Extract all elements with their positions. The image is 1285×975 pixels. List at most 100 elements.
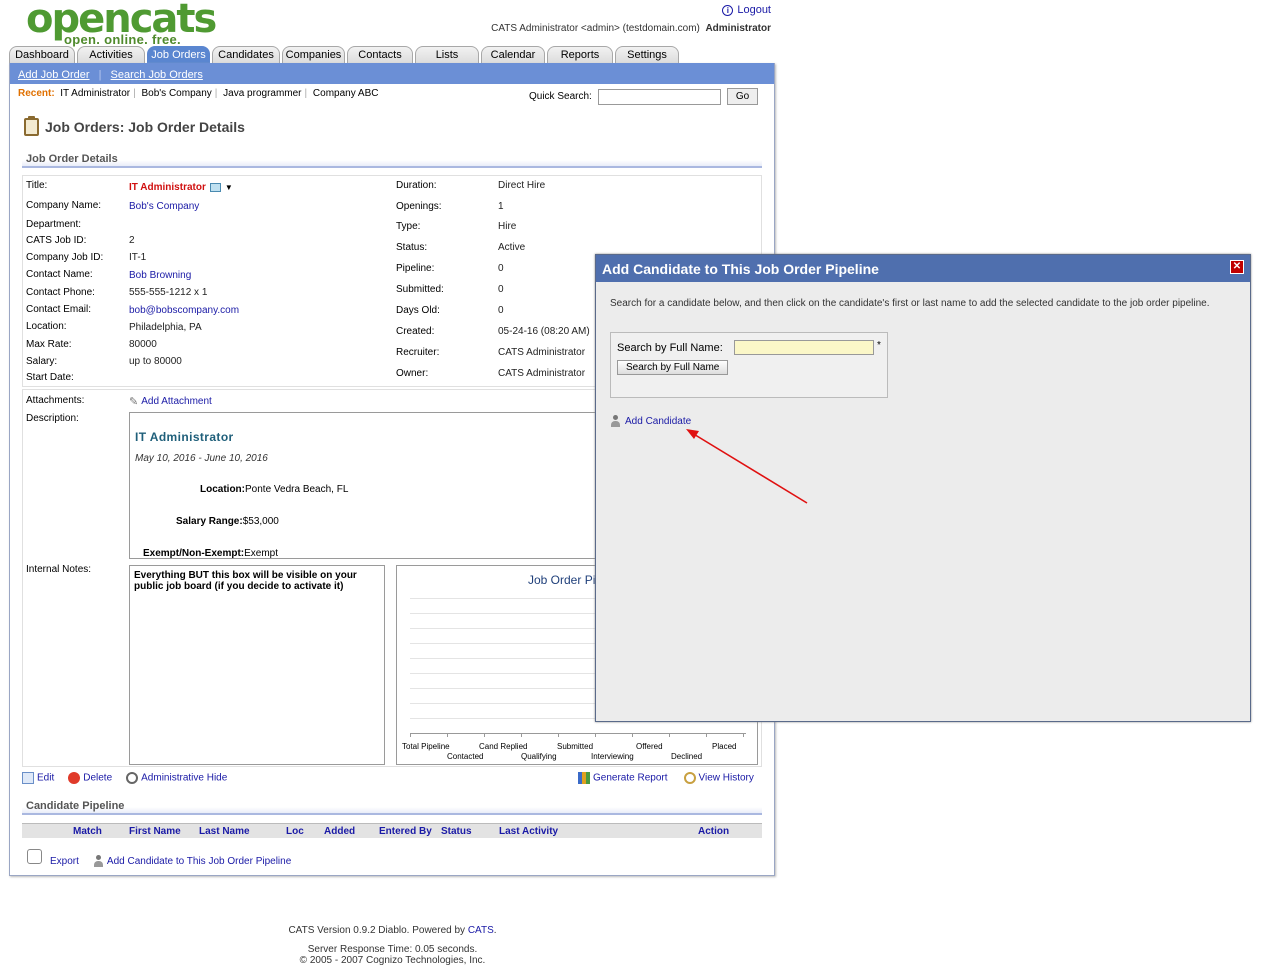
modal-close-button[interactable]: ✕: [1230, 260, 1244, 274]
response-time: Server Response Time: 0.05 seconds.: [307, 944, 478, 955]
chart-label: Interviewing: [591, 752, 634, 761]
description-location: Location:Ponte Vedra Beach, FL: [200, 484, 348, 495]
delete-link[interactable]: Delete: [68, 772, 112, 784]
select-all-checkbox[interactable]: [27, 849, 42, 864]
dropdown-arrow-icon[interactable]: ▼: [225, 183, 233, 192]
public-icon: [209, 183, 221, 192]
search-job-orders-link[interactable]: Search Job Orders: [111, 69, 203, 81]
chart-tick: [558, 733, 559, 737]
logout-label[interactable]: Logout: [737, 4, 771, 16]
tab-dashboard[interactable]: Dashboard: [9, 46, 75, 63]
col-first-name[interactable]: First Name: [129, 826, 181, 837]
description-box[interactable]: IT Administrator May 10, 2016 - June 10,…: [129, 412, 599, 559]
attachments-label: Attachments:: [26, 395, 85, 406]
edit-label[interactable]: Edit: [37, 773, 54, 784]
description-exempt-label: Exempt/Non-Exempt:: [143, 548, 245, 559]
add-to-pipeline-label[interactable]: Add Candidate to This Job Order Pipeline: [107, 856, 291, 867]
chart-label: Declined: [671, 752, 703, 761]
title-value-group: IT Administrator ▼: [129, 182, 233, 193]
pipeline-value: 0: [498, 263, 504, 274]
add-to-pipeline-link[interactable]: Add Candidate to This Job Order Pipeline: [93, 855, 291, 867]
internal-notes-box[interactable]: Everything BUT this box will be visible …: [129, 565, 385, 765]
add-candidate-link[interactable]: Add Candidate: [610, 415, 691, 427]
tab-calendar[interactable]: Calendar: [481, 46, 545, 63]
cats-link[interactable]: CATS: [468, 925, 494, 936]
recruiter-value: CATS Administrator: [498, 347, 586, 358]
search-full-name-label: Search by Full Name:: [617, 342, 723, 354]
recent-item[interactable]: Company ABC: [313, 88, 379, 99]
contact-email-link[interactable]: bob@bobscompany.com: [129, 305, 239, 316]
candidate-pipeline-header: Candidate Pipeline: [22, 798, 762, 815]
tab-settings[interactable]: Settings: [615, 46, 679, 63]
copyright: © 2005 - 2007 Cognizo Technologies, Inc.: [299, 955, 486, 966]
edit-link[interactable]: Edit: [22, 772, 54, 784]
col-match[interactable]: Match: [73, 826, 102, 837]
type-value: Hire: [498, 221, 517, 232]
days-old-value: 0: [498, 305, 504, 316]
modal-title: Add Candidate to This Job Order Pipeline: [602, 261, 879, 277]
cats-job-id-label: CATS Job ID:: [26, 235, 87, 246]
tab-activities[interactable]: Activities: [77, 46, 145, 63]
tab-contacts[interactable]: Contacts: [347, 46, 413, 63]
openings-label: Openings:: [396, 201, 442, 212]
duration-label: Duration:: [396, 180, 437, 191]
add-attachment-link[interactable]: ✎ Add Attachment: [129, 395, 212, 408]
version-line: CATS Version 0.9.2 Diablo. Powered by CA…: [0, 925, 785, 936]
quick-search-label: Quick Search:: [529, 91, 592, 102]
tab-job-orders[interactable]: Job Orders: [147, 46, 210, 63]
description-salary-value: $53,000: [242, 516, 279, 527]
administrative-hide-label[interactable]: Administrative Hide: [141, 773, 227, 784]
view-history-link[interactable]: View History: [683, 772, 754, 784]
contact-email-label: Contact Email:: [26, 304, 92, 315]
col-added[interactable]: Added: [324, 826, 355, 837]
export-link[interactable]: Export: [50, 856, 79, 867]
department-label: Department:: [26, 219, 82, 230]
tab-candidates[interactable]: Candidates: [212, 46, 280, 63]
recent-item[interactable]: Bob's Company: [141, 88, 211, 99]
pipeline-footer: Export Add Candidate to This Job Order P…: [27, 846, 291, 867]
quick-search-input[interactable]: [597, 88, 721, 105]
recent-item[interactable]: Java programmer: [223, 88, 301, 99]
company-label: Company Name:: [26, 200, 102, 211]
magnifier-icon: [126, 772, 139, 784]
tab-lists[interactable]: Lists: [415, 46, 479, 63]
col-status[interactable]: Status: [441, 826, 472, 837]
quick-search-go-button[interactable]: Go: [726, 88, 759, 105]
delete-label[interactable]: Delete: [83, 773, 112, 784]
tab-reports[interactable]: Reports: [547, 46, 613, 63]
chart-tick: [447, 733, 448, 737]
history-icon: [683, 772, 696, 784]
col-last-name[interactable]: Last Name: [199, 826, 250, 837]
col-last-activity[interactable]: Last Activity: [499, 826, 558, 837]
delete-icon: [68, 772, 81, 784]
candidate-icon: [610, 415, 621, 427]
recent-items: Recent: IT Administrator | Bob's Company |…: [18, 88, 379, 99]
modal-search-box: Search by Full Name: * Search by Full Na…: [610, 332, 888, 398]
col-loc[interactable]: Loc: [286, 826, 304, 837]
page-title: Job Orders: Job Order Details: [45, 119, 245, 135]
add-attachment-label[interactable]: Add Attachment: [141, 396, 212, 407]
add-job-order-link[interactable]: Add Job Order: [18, 69, 90, 81]
tab-companies[interactable]: Companies: [282, 46, 345, 63]
report-icon: [578, 772, 590, 784]
recent-item[interactable]: IT Administrator: [60, 88, 130, 99]
recruiter-label: Recruiter:: [396, 347, 440, 358]
administrative-hide-link[interactable]: Administrative Hide: [126, 772, 227, 784]
search-full-name-button[interactable]: Search by Full Name: [617, 360, 729, 375]
logout-link[interactable]: i Logout: [722, 4, 771, 16]
view-history-label[interactable]: View History: [699, 773, 754, 784]
required-marker: *: [877, 340, 881, 351]
contact-name-link[interactable]: Bob Browning: [129, 270, 191, 281]
description-dates: May 10, 2016 - June 10, 2016: [135, 453, 268, 464]
description-heading: IT Administrator: [135, 430, 234, 444]
generate-report-label[interactable]: Generate Report: [593, 773, 668, 784]
search-full-name-input[interactable]: [734, 340, 874, 355]
generate-report-link[interactable]: Generate Report: [578, 772, 668, 784]
company-link[interactable]: Bob's Company: [129, 201, 199, 212]
col-entered-by[interactable]: Entered By: [379, 826, 432, 837]
arrow-head: [686, 429, 699, 439]
contact-phone-value: 555-555-1212 x 1: [129, 287, 208, 298]
modal-header: Add Candidate to This Job Order Pipeline: [596, 255, 1250, 282]
description-location-value: Ponte Vedra Beach, FL: [245, 484, 349, 495]
created-value: 05-24-16 (08:20 AM): [498, 326, 590, 337]
